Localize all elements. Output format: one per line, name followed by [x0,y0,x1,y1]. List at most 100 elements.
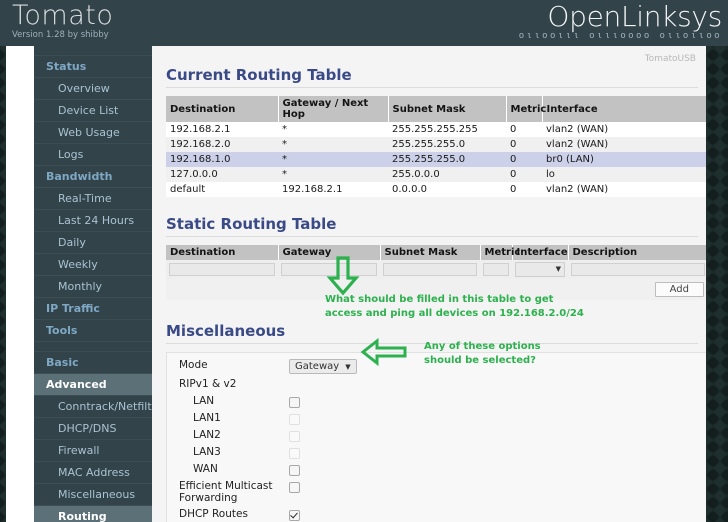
current-routing-title: Current Routing Table [166,66,698,88]
static-metric-input[interactable] [483,263,509,276]
col-interface: Interface [512,245,569,260]
sidebar-header-status[interactable]: Status [34,56,152,78]
cell-gateway: * [278,137,388,152]
rip-lan2-label: LAN2 [193,429,221,441]
add-button[interactable]: Add [654,282,704,297]
sidebar-item-miscellaneous[interactable]: Miscellaneous [34,484,152,506]
annotation-note-1: What should be filled in this table to g… [325,293,584,321]
cell-metric: 0 [506,152,542,167]
sidebar-header-advanced[interactable]: Advanced [34,374,152,396]
cell-metric: 0 [506,122,542,137]
col-destination: Destination [166,245,279,260]
col-subnet-mask: Subnet Mask [380,245,481,260]
static-destination-input[interactable] [169,263,275,276]
emf-label: Efficient Multicast Forwarding [179,480,273,504]
annotation-note-2-line-2: should be selected? [424,355,536,366]
sidebar-item-weekly[interactable]: Weekly [34,254,152,276]
cell-gateway: * [278,122,388,137]
table-row[interactable]: 192.168.2.0 * 255.255.255.0 0 vlan2 (WAN… [166,137,706,152]
cell-interface: vlan2 (WAN) [542,182,706,197]
cell-destination: 192.168.1.0 [166,152,278,167]
col-subnet-mask: Subnet Mask [388,96,507,122]
rip-wan-label: WAN [193,463,218,475]
col-interface: Interface [542,96,706,122]
cell-destination: 127.0.0.0 [166,167,278,182]
rip-lan-checkbox[interactable] [289,396,300,408]
rip-lan-label: LAN [193,395,215,407]
sidebar-header-ip-traffic[interactable]: IP Traffic [34,298,152,320]
sidebar-nav: Status Overview Device List Web Usage Lo… [34,46,152,522]
main-content: TomatoUSB Current Routing Table Destinat… [152,46,706,522]
cell-subnet-mask: 255.255.255.0 [388,137,506,152]
static-interface-select[interactable]: ▼ [515,262,565,277]
table-row[interactable]: 127.0.0.0 * 255.0.0.0 0 lo [166,167,706,182]
sidebar-item-real-time[interactable]: Real-Time [34,188,152,210]
cell-subnet-mask: 0.0.0.0 [388,182,506,197]
col-metric: Metric [480,245,520,260]
cell-interface: lo [542,167,706,182]
sidebar-item-mac-address[interactable]: MAC Address [34,462,152,484]
rip-lan-row: LAN [167,393,706,410]
rip-wan-checkbox[interactable] [289,464,300,476]
cell-interface: br0 (LAN) [542,152,706,167]
rip-lan1-row: LAN1 [167,410,706,427]
sidebar-item-daily[interactable]: Daily [34,232,152,254]
sidebar-item-monthly[interactable]: Monthly [34,276,152,298]
static-subnet-mask-input[interactable] [383,263,477,276]
chevron-down-icon: ▼ [345,363,351,371]
col-description: Description [568,245,706,260]
sidebar-item-logs[interactable]: Logs [34,144,152,166]
sidebar-item-conntrack-netfilter[interactable]: Conntrack/Netfilter [34,396,152,418]
annotation-note-1-line-1: What should be filled in this table to g… [325,294,554,305]
rip-lan2-checkbox [289,430,300,442]
cell-subnet-mask: 255.255.255.0 [388,152,506,167]
mode-select[interactable]: ▼ Gateway [289,359,357,374]
openlinksys-logo: OpenLinksys οιιοοιιι οιιιοοοο οιιοιιοο [519,0,723,42]
table-row[interactable]: default 192.168.2.1 0.0.0.0 0 vlan2 (WAN… [166,182,706,197]
annotation-note-1-line-2: access and ping all devices on 192.168.2… [325,308,584,319]
sidebar-item-last-24-hours[interactable]: Last 24 Hours [34,210,152,232]
sidebar-item-overview[interactable]: Overview [34,78,152,100]
mode-selected-value: Gateway [295,361,340,372]
cell-gateway: * [278,152,388,167]
dhcp-routes-checkbox[interactable] [289,509,300,521]
emf-row: Efficient Multicast Forwarding [167,478,706,506]
cell-gateway: * [278,167,388,182]
sidebar-item-dhcp-dns[interactable]: DHCP/DNS [34,418,152,440]
sidebar-item-device-list[interactable]: Device List [34,100,152,122]
rip-lan1-checkbox [289,413,300,425]
sidebar-top-spacer [34,46,152,56]
cell-gateway: 192.168.2.1 [278,182,388,197]
static-routing-title: Static Routing Table [166,215,698,237]
rip-lan1-label: LAN1 [193,412,221,424]
static-description-input[interactable] [571,263,705,276]
app-header: Tomato Version 1.28 by shibby OpenLinksy… [0,0,728,46]
cell-subnet-mask: 255.255.255.255 [388,122,506,137]
static-route-input-row: ▼ [166,260,706,279]
emf-checkbox[interactable] [289,481,300,493]
chevron-down-icon: ▼ [555,265,561,273]
col-gateway-next-hop: Gateway / Next Hop [278,96,389,122]
cell-metric: 0 [506,137,542,152]
cell-metric: 0 [506,167,542,182]
cell-destination: 192.168.2.0 [166,137,278,152]
rip-lan3-label: LAN3 [193,446,221,458]
static-routing-table: Destination Gateway Subnet Mask Metric I… [166,245,706,300]
sidebar-item-firewall[interactable]: Firewall [34,440,152,462]
sidebar-header-basic[interactable]: Basic [34,352,152,374]
rip-lan3-checkbox [289,447,300,459]
table-row-selected[interactable]: 192.168.1.0 * 255.255.255.0 0 br0 (LAN) [166,152,706,167]
sidebar-item-routing[interactable]: Routing [34,506,152,522]
table-row[interactable]: 192.168.2.1 * 255.255.255.255 0 vlan2 (W… [166,122,706,137]
sidebar-header-bandwidth[interactable]: Bandwidth [34,166,152,188]
sidebar-item-web-usage[interactable]: Web Usage [34,122,152,144]
rip-wan-row: WAN [167,461,706,478]
miscellaneous-panel: Mode ▼ Gateway RIPv1 & v2 LAN LAN1 LAN2 … [166,352,706,522]
sidebar-header-tools[interactable]: Tools [34,320,152,342]
logo-text: OpenLinksys [547,0,722,33]
table-header-row: Destination Gateway / Next Hop Subnet Ma… [166,96,706,122]
current-routing-table: Destination Gateway / Next Hop Subnet Ma… [166,96,706,197]
app-version: Version 1.28 by shibby [12,30,109,40]
rip-label: RIPv1 & v2 [179,378,237,390]
dhcp-routes-row: DHCP Routes [167,506,706,522]
